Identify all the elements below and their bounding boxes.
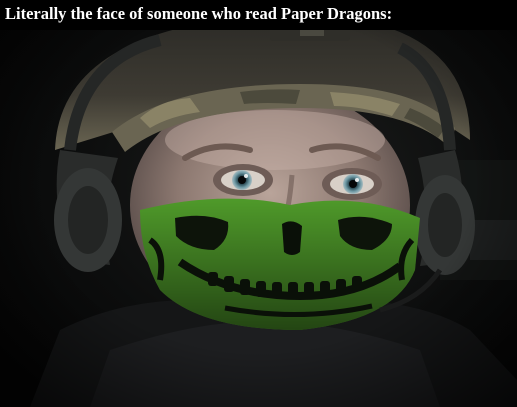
soldier-photo [0,0,517,407]
caption-bar: Literally the face of someone who read P… [0,0,517,30]
soldier-portrait-image [0,0,517,407]
meme-image: Literally the face of someone who read P… [0,0,517,407]
caption-text: Literally the face of someone who read P… [5,4,393,23]
